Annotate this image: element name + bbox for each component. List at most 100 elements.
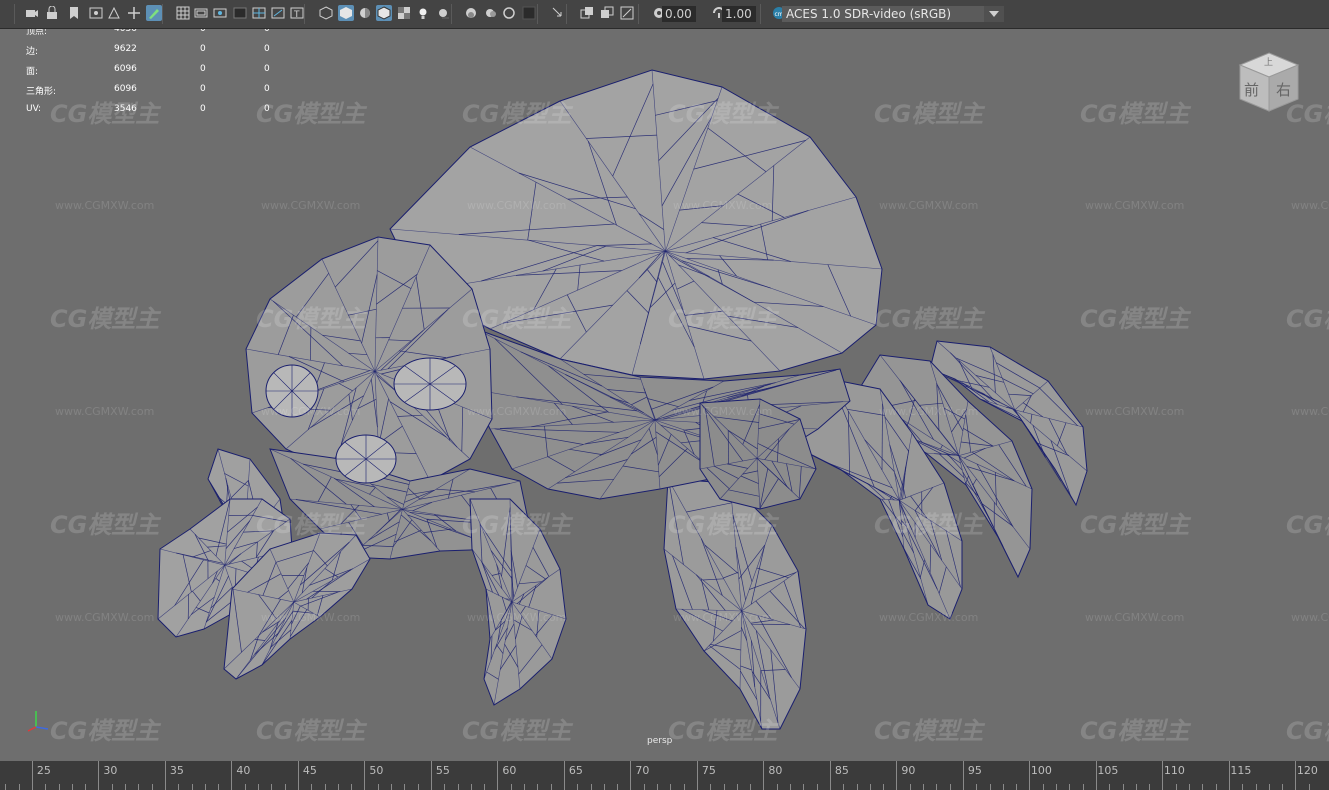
toolbar-separator (537, 4, 538, 24)
hud-component: 0 (264, 64, 270, 74)
hud-label: 边: (26, 47, 39, 57)
timeline-frame-label: 105 (1097, 764, 1119, 777)
timeline-tick (244, 784, 246, 790)
perspective-viewport[interactable]: CG模型主CG模型主CG模型主CG模型主CG模型主CG模型主CG模型主CG模型主… (0, 29, 1329, 761)
hud-row: UV: 3546 0 0 (26, 104, 286, 120)
camera-select-icon[interactable] (24, 5, 40, 21)
exposure-icon[interactable] (619, 5, 635, 21)
isolate-select-icon[interactable] (521, 5, 537, 21)
timeline-tick (976, 784, 978, 790)
backface-icon[interactable] (599, 5, 615, 21)
timeline-tick (563, 761, 565, 790)
exposure-field[interactable]: 0.00 (662, 6, 696, 22)
timeline-frame-label: 75 (701, 764, 716, 777)
timeline-tick (204, 784, 206, 790)
color-space-dropdown[interactable]: ACES 1.0 SDR-video (sRGB) (782, 6, 1004, 22)
timeline-tick (1069, 784, 1071, 790)
axis-gizmo (24, 705, 54, 735)
toolbar-separator (566, 4, 567, 24)
field-chart-icon[interactable] (251, 5, 267, 21)
hud-total: 3546 (114, 104, 137, 114)
image-plane-icon[interactable] (88, 5, 104, 21)
antialias-icon[interactable] (501, 5, 517, 21)
textured-icon[interactable] (396, 5, 412, 21)
safe-title-icon[interactable]: T (289, 5, 305, 21)
mesh-edge (881, 403, 883, 471)
timeline-tick (617, 784, 619, 790)
timeline-tick (829, 761, 831, 790)
gate-mask-icon[interactable] (232, 5, 248, 21)
ambient-occlusion-icon[interactable] (463, 5, 479, 21)
wireframe-on-shaded-icon[interactable] (376, 5, 392, 21)
view-cube[interactable]: 上 前 右 (1234, 49, 1304, 119)
timeline-tick (923, 784, 924, 790)
timeline-tick (1135, 784, 1137, 790)
timeline-tick (590, 784, 592, 790)
time-slider[interactable]: 25 30 35 40 45 50 55 60 65 70 75 80 85 90 95 100 105 110 1… (0, 761, 1329, 790)
timeline-tick (1122, 784, 1124, 790)
gamma-field[interactable]: 1.00 (722, 6, 756, 22)
film-gate-icon[interactable] (193, 5, 209, 21)
grid-toggle-icon[interactable] (106, 5, 122, 21)
timeline-frame-label: 60 (502, 764, 517, 777)
toolbar-separator (638, 4, 639, 24)
timeline-tick (949, 784, 951, 790)
timeline-tick (377, 784, 379, 790)
timeline-frame-label: 115 (1230, 764, 1252, 777)
timeline-tick (85, 784, 87, 790)
hud-row: 三角形: 6096 0 0 (26, 84, 286, 100)
timeline-tick (151, 784, 153, 790)
timeline-tick (603, 784, 605, 790)
bookmark-icon[interactable] (66, 5, 82, 21)
timeline-tick (643, 784, 645, 790)
hud-selected: 0 (200, 29, 206, 34)
motion-blur-icon[interactable] (483, 5, 499, 21)
timeline-tick (404, 784, 406, 790)
grid-icon[interactable] (175, 5, 191, 21)
camera-lock-icon[interactable] (44, 5, 60, 21)
lighting-icon[interactable] (415, 5, 431, 21)
timeline-tick (630, 761, 632, 790)
timeline-tick (1215, 784, 1217, 790)
timeline-frame-label: 85 (834, 764, 849, 777)
viewcube-right-label: 右 (1276, 81, 1292, 99)
timeline-tick (962, 761, 964, 790)
hud-total: 6096 (114, 64, 137, 74)
timeline-tick (670, 784, 672, 790)
timeline-frame-label: 35 (169, 764, 184, 777)
timeline-frame-label: 25 (36, 764, 51, 777)
paint-tool-icon[interactable] (146, 5, 162, 21)
flat-shade-icon[interactable] (357, 5, 373, 21)
timeline-tick (1202, 784, 1204, 790)
timeline-tick (391, 784, 392, 790)
wireframe-icon[interactable] (318, 5, 334, 21)
smooth-shade-icon[interactable] (338, 5, 354, 21)
timeline-tick (1042, 784, 1044, 790)
shadows-icon[interactable] (435, 5, 451, 21)
timeline-tick (311, 784, 313, 790)
timeline-tick (284, 784, 286, 790)
timeline-frame-label: 70 (635, 764, 650, 777)
timeline-tick (537, 784, 539, 790)
timeline-tick (337, 784, 339, 790)
timeline-tick (510, 784, 512, 790)
toolbar-separator (760, 4, 761, 24)
timeline-tick (125, 784, 126, 790)
timeline-tick (790, 784, 791, 790)
timeline-tick (869, 784, 871, 790)
viewcube-front-label: 前 (1244, 81, 1260, 99)
hud-component: 0 (264, 44, 270, 54)
timeline-tick (657, 784, 658, 790)
timeline-tick (430, 761, 432, 790)
timeline-frame-label: 120 (1296, 764, 1318, 777)
timeline-tick (550, 784, 552, 790)
timeline-tick (896, 761, 898, 790)
xray-icon[interactable] (550, 5, 566, 21)
toolbar-separator (14, 4, 15, 24)
move-tool-icon[interactable] (126, 5, 142, 21)
timeline-tick (5, 784, 7, 790)
safe-action-icon[interactable] (270, 5, 286, 21)
timeline-tick (111, 784, 113, 790)
resolution-gate-icon[interactable] (212, 5, 228, 21)
xray-joints-icon[interactable] (579, 5, 595, 21)
